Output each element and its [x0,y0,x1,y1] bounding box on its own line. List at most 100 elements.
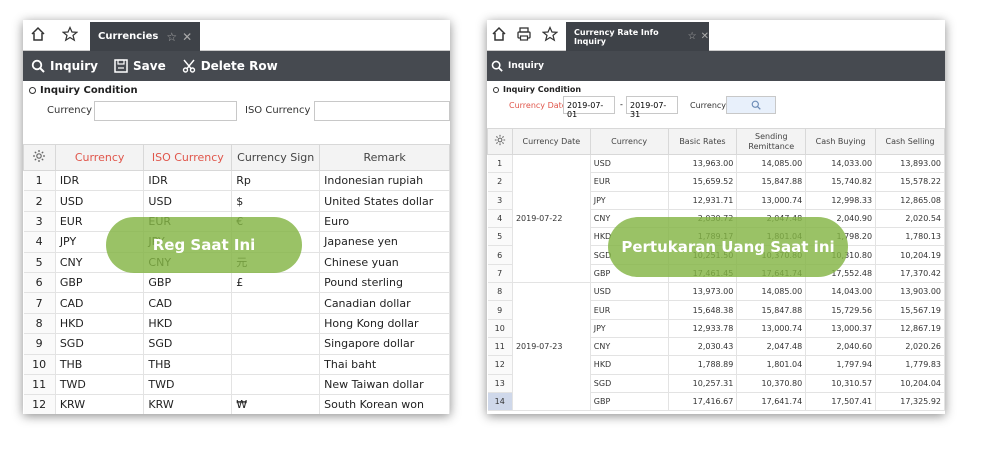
cell-currency[interactable]: SGD [55,333,145,355]
cell-currency[interactable]: JPY [590,191,669,210]
cell-cash-buying[interactable]: 14,043.00 [805,282,877,302]
row-number[interactable]: 14 [487,392,513,412]
cell-cash-selling[interactable]: 10,204.19 [875,245,945,265]
row-number[interactable]: 1 [487,154,513,174]
row-number[interactable]: 13 [487,374,513,393]
cell-cash-buying[interactable]: 15,729.56 [805,300,877,320]
row-number[interactable]: 10 [23,354,56,375]
home-icon[interactable] [29,26,47,44]
cell-remark[interactable]: Pound sterling [319,272,450,294]
row-number[interactable]: 2 [487,172,513,192]
home-icon[interactable] [490,26,508,44]
cell-currency[interactable]: USD [590,154,669,174]
cell-currency-sign[interactable] [231,354,321,375]
cell-basic-rates[interactable]: 15,659.52 [668,172,738,192]
cell-currency[interactable]: KRW [55,394,145,414]
cell-cash-selling[interactable]: 12,867.19 [875,319,945,338]
row-number[interactable]: 5 [487,227,513,247]
cell-currency[interactable]: CNY [590,337,669,357]
col-cash-selling[interactable]: Cash Selling [875,128,945,155]
row-number[interactable]: 4 [487,209,513,229]
cell-iso-currency[interactable]: CAD [143,292,233,314]
col-cash-buying[interactable]: Cash Buying [805,128,877,155]
row-number[interactable]: 8 [23,313,56,335]
cell-basic-rates[interactable]: 13,963.00 [668,154,738,174]
cell-currency[interactable]: JPY [590,319,669,338]
table-row[interactable]: 8 HKD HKD Hong Kong dollar [23,313,450,335]
col-basic-rates[interactable]: Basic Rates [667,128,738,155]
cell-sending-remittance[interactable]: 14,085.00 [736,154,807,174]
tab-close-icon[interactable]: ✕ [182,30,192,44]
row-number[interactable]: 10 [487,319,513,338]
row-number[interactable]: 6 [23,272,56,294]
cell-iso-currency[interactable]: KRW [143,394,233,414]
row-number[interactable]: 1 [23,170,56,192]
cell-currency[interactable]: CAD [55,292,145,314]
col-sending-remittance[interactable]: Sending Remittance [736,128,807,155]
cell-basic-rates[interactable]: 17,416.67 [668,392,738,412]
currency-input[interactable] [94,101,237,121]
cell-cash-buying[interactable]: 1,797.94 [805,355,877,375]
cell-iso-currency[interactable]: SGD [143,333,233,355]
table-row[interactable]: 1 IDR IDR Rp Indonesian rupiah [23,170,450,192]
cell-cash-selling[interactable]: 1,780.13 [875,227,945,247]
cell-currency[interactable]: GBP [55,272,145,294]
cell-remark[interactable]: Euro [319,211,450,233]
cell-cash-selling[interactable]: 10,204.04 [875,374,945,393]
inquiry-button[interactable]: Inquiry [31,59,98,73]
cell-currency[interactable]: HKD [590,355,669,375]
tab-currency-rate[interactable]: Currency Rate Info Inquiry ☆ ✕ [566,22,709,51]
cell-cash-selling[interactable]: 15,578.22 [875,172,945,192]
cell-cash-selling[interactable]: 15,567.19 [875,300,945,320]
row-number[interactable]: 11 [23,374,56,396]
cell-basic-rates[interactable]: 12,931.71 [668,191,738,210]
row-number[interactable]: 9 [23,333,56,355]
cell-iso-currency[interactable]: IDR [143,170,233,192]
cell-cash-buying[interactable]: 14,033.00 [805,154,877,174]
table-row[interactable]: 12 KRW KRW ₩ South Korean won [23,394,450,414]
cell-cash-selling[interactable]: 13,893.00 [875,154,945,174]
cell-currency-sign[interactable]: ₩ [231,394,321,414]
cell-remark[interactable]: Hong Kong dollar [319,313,450,335]
cell-basic-rates[interactable]: 1,788.89 [668,355,738,375]
table-row[interactable]: 10 THB THB Thai baht [23,354,450,375]
table-row[interactable]: 11 TWD TWD New Taiwan dollar [23,374,450,396]
tab-star-icon[interactable]: ☆ [166,30,177,44]
cell-currency-date[interactable]: 2019-07-22 [512,154,591,284]
date-to-input[interactable]: 2019-07-31 [626,96,678,119]
cell-cash-selling[interactable]: 2,020.26 [875,337,945,357]
table-row[interactable]: 1 2019-07-22 USD 13,963.00 14,085.00 14,033.0… [487,154,945,284]
row-number[interactable]: 12 [23,394,56,414]
cell-iso-currency[interactable]: TWD [143,374,233,396]
row-number[interactable]: 8 [487,282,513,302]
cell-remark[interactable]: Indonesian rupiah [319,170,450,192]
col-currency[interactable]: Currency [589,128,669,155]
cell-currency-sign[interactable]: Rp [231,170,321,192]
tab-close-icon[interactable]: ✕ [701,31,709,42]
cell-cash-selling[interactable]: 1,779.83 [875,355,945,375]
cell-currency-sign[interactable] [231,292,321,314]
col-iso-currency[interactable]: ISO Currency [143,144,233,171]
cell-sending-remittance[interactable]: 2,047.48 [736,337,807,357]
cell-cash-selling[interactable]: 2,020.54 [875,209,945,229]
cell-currency[interactable]: EUR [590,300,669,320]
col-remark[interactable]: Remark [319,144,450,171]
cell-currency[interactable]: USD [55,190,145,212]
cell-currency[interactable]: TWD [55,374,145,396]
cell-iso-currency[interactable]: GBP [143,272,233,294]
cell-cash-buying[interactable]: 10,310.57 [805,374,877,393]
cell-currency-sign[interactable]: £ [231,272,321,294]
cell-cash-buying[interactable]: 17,507.41 [805,392,877,412]
cell-iso-currency[interactable]: THB [143,354,233,375]
delete-row-button[interactable]: Delete Row [182,59,278,73]
cell-sending-remittance[interactable]: 15,847.88 [736,172,807,192]
cell-currency[interactable]: SGD [590,374,669,393]
row-number[interactable]: 5 [23,252,56,273]
cell-remark[interactable]: Singapore dollar [319,333,450,355]
table-row[interactable]: 8 2019-07-23 USD 13,973.00 14,085.00 14,043.0… [487,282,945,412]
cell-sending-remittance[interactable]: 13,000.74 [736,319,807,338]
cell-iso-currency[interactable]: HKD [143,313,233,335]
inquiry-button[interactable]: Inquiry [491,60,544,72]
date-from-input[interactable]: 2019-07-01 [563,96,615,119]
iso-currency-input[interactable] [314,101,450,121]
